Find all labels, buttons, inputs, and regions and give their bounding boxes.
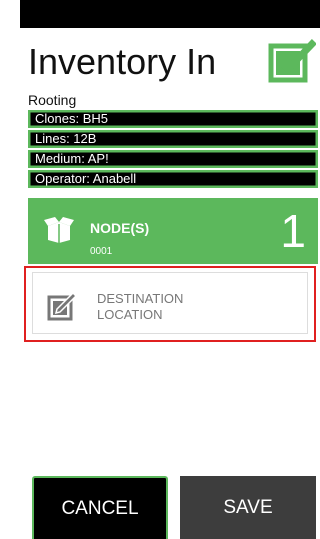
cancel-button[interactable]: CANCEL [32, 476, 168, 539]
destination-inner: DESTINATION LOCATION [32, 272, 308, 334]
page-title: Inventory In [28, 41, 217, 82]
subtitle: Rooting [28, 92, 77, 108]
edit-check-icon[interactable] [268, 38, 317, 84]
nodes-card[interactable]: NODE(S) 0001 1 [28, 198, 318, 264]
info-medium: Medium: AP! [28, 150, 318, 168]
info-list: Clones: BH5 Lines: 12B Medium: AP! Opera… [28, 110, 318, 188]
node-id: 0001 [90, 246, 113, 257]
destination-label-line2: LOCATION [97, 307, 163, 322]
node-count: 1 [280, 205, 306, 257]
info-clones: Clones: BH5 [28, 110, 318, 128]
destination-location-card[interactable]: DESTINATION LOCATION [24, 266, 316, 342]
info-lines: Lines: 12B [28, 130, 318, 148]
info-operator: Operator: Anabell [28, 170, 318, 188]
save-button[interactable]: SAVE [180, 476, 316, 539]
status-bar [20, 0, 320, 28]
destination-label: DESTINATION LOCATION [97, 291, 183, 323]
edit-icon [47, 291, 78, 321]
nodes-label: NODE(S) [90, 220, 150, 236]
destination-label-line1: DESTINATION [97, 291, 184, 306]
box-open-icon [44, 216, 74, 244]
